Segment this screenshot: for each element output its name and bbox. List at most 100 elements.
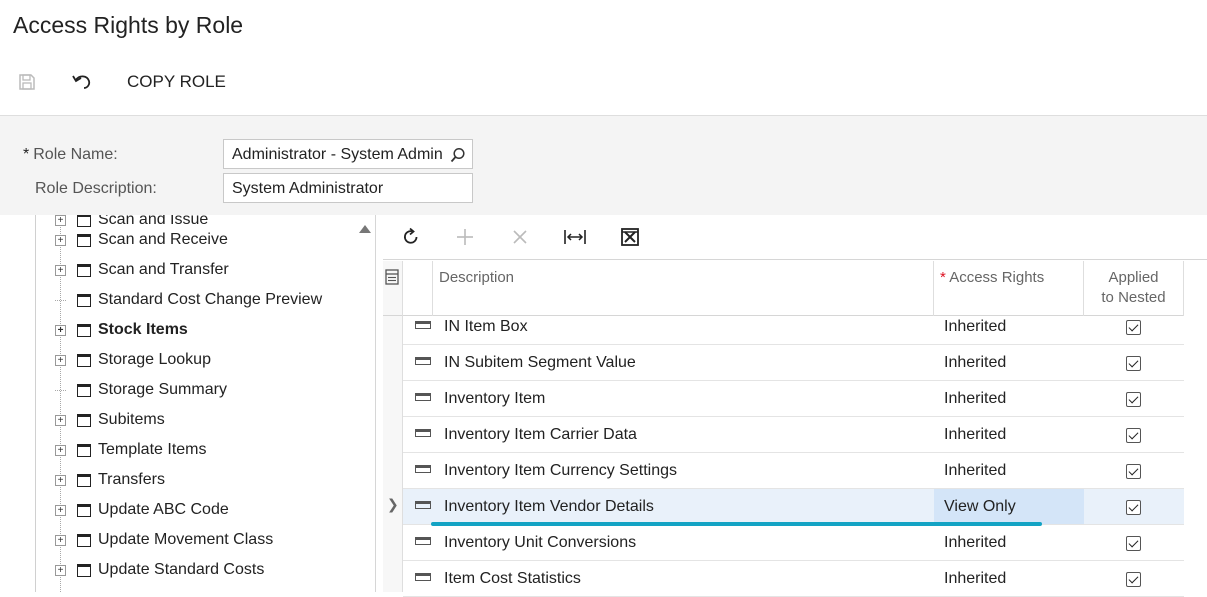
role-name-field[interactable]: Administrator - System Admin bbox=[223, 139, 473, 169]
export-excel-button[interactable] bbox=[618, 225, 642, 249]
column-settings-button[interactable] bbox=[383, 261, 403, 316]
applied-to-nested-checkbox[interactable] bbox=[1126, 536, 1141, 551]
window-icon bbox=[77, 503, 91, 517]
table-row[interactable]: Inventory Item Vendor Details View Only bbox=[403, 489, 1184, 525]
fit-columns-button[interactable] bbox=[563, 225, 587, 249]
row-description[interactable]: Inventory Item Currency Settings bbox=[444, 462, 677, 480]
column-header-description[interactable]: Description bbox=[433, 261, 934, 316]
table-icon bbox=[415, 393, 431, 401]
window-icon bbox=[77, 353, 91, 367]
row-access-rights[interactable]: Inherited bbox=[934, 453, 1084, 488]
tree-item[interactable]: Storage Summary bbox=[55, 375, 227, 405]
tree-item[interactable]: + Scan and Transfer bbox=[55, 255, 229, 285]
row-description[interactable]: Item Cost Statistics bbox=[444, 570, 581, 588]
tree-item[interactable]: Standard Cost Change Preview bbox=[55, 285, 322, 315]
table-row[interactable]: IN Item Box Inherited bbox=[403, 309, 1184, 345]
table-row[interactable]: Inventory Item Carrier Data Inherited bbox=[403, 417, 1184, 453]
tree-item-label: Transfers bbox=[98, 471, 165, 488]
expand-icon[interactable]: + bbox=[55, 504, 66, 516]
table-row[interactable]: Inventory Item Currency Settings Inherite… bbox=[403, 453, 1184, 489]
copy-role-button[interactable]: COPY ROLE bbox=[127, 68, 226, 96]
tree-item-label: Update ABC Code bbox=[98, 501, 229, 518]
grid-toolbar bbox=[383, 215, 1207, 260]
column-header-access-rights[interactable]: * Access Rights bbox=[934, 261, 1084, 316]
window-icon bbox=[77, 533, 91, 547]
expand-icon[interactable]: + bbox=[55, 354, 66, 366]
row-access-rights[interactable]: Inherited bbox=[934, 417, 1084, 452]
table-row[interactable]: Inventory Item Inherited bbox=[403, 381, 1184, 417]
table-row[interactable]: IN Subitem Segment Value Inherited bbox=[403, 345, 1184, 381]
expand-icon[interactable]: + bbox=[55, 534, 66, 546]
table-icon bbox=[415, 537, 431, 545]
row-access-rights[interactable]: View Only bbox=[934, 489, 1084, 524]
applied-to-nested-checkbox[interactable] bbox=[1126, 356, 1141, 371]
grid-header: Description * Access Rights Applied to N… bbox=[383, 261, 1184, 316]
applied-to-nested-checkbox[interactable] bbox=[1126, 428, 1141, 443]
expand-icon[interactable]: + bbox=[55, 234, 66, 246]
row-description[interactable]: IN Item Box bbox=[444, 318, 528, 336]
applied-to-nested-checkbox[interactable] bbox=[1126, 572, 1141, 587]
role-name-label-text: Role Name: bbox=[33, 146, 118, 163]
table-icon bbox=[415, 465, 431, 473]
applied-to-nested-checkbox[interactable] bbox=[1126, 392, 1141, 407]
scroll-up-icon[interactable] bbox=[359, 225, 371, 233]
tree-item[interactable]: + Subitems bbox=[55, 405, 165, 435]
tree-item-label: Scan and Receive bbox=[98, 231, 228, 248]
close-icon bbox=[513, 230, 527, 244]
tree-item-label: Scan and Transfer bbox=[98, 261, 229, 278]
tree-item[interactable]: + Update Movement Class bbox=[55, 525, 273, 555]
table-icon bbox=[415, 573, 431, 581]
expand-icon[interactable]: + bbox=[55, 215, 66, 226]
expand-icon[interactable]: + bbox=[55, 324, 66, 336]
applied-to-nested-checkbox[interactable] bbox=[1126, 500, 1141, 515]
expand-icon[interactable]: + bbox=[55, 264, 66, 276]
tree-item[interactable]: + Storage Lookup bbox=[55, 345, 211, 375]
required-marker: * bbox=[23, 146, 30, 163]
tree-item[interactable]: + Template Items bbox=[55, 435, 206, 465]
save-button[interactable] bbox=[14, 68, 40, 96]
expand-icon[interactable]: + bbox=[55, 444, 66, 456]
expand-icon[interactable]: + bbox=[55, 474, 66, 486]
row-description[interactable]: IN Subitem Segment Value bbox=[444, 354, 636, 372]
tree-connector bbox=[55, 389, 66, 391]
table-row[interactable]: Inventory Unit Conversions Inherited bbox=[403, 525, 1184, 561]
window-icon bbox=[77, 443, 91, 457]
search-icon[interactable] bbox=[450, 147, 466, 163]
refresh-button[interactable] bbox=[399, 225, 423, 249]
add-row-button[interactable] bbox=[453, 225, 477, 249]
window-icon bbox=[77, 233, 91, 247]
tree-item[interactable]: + Update ABC Code bbox=[55, 495, 229, 525]
undo-button[interactable] bbox=[69, 68, 95, 96]
delete-row-button[interactable] bbox=[508, 225, 532, 249]
tree-item-label: Stock Items bbox=[98, 321, 188, 338]
applied-to-nested-checkbox[interactable] bbox=[1126, 464, 1141, 479]
expand-icon[interactable]: + bbox=[55, 564, 66, 576]
excel-icon bbox=[621, 228, 639, 246]
table-icon bbox=[415, 321, 431, 329]
row-description[interactable]: Inventory Item Carrier Data bbox=[444, 426, 637, 444]
column-header-applied-to-nested[interactable]: Applied to Nested bbox=[1084, 261, 1184, 316]
tree-item[interactable]: + Stock Items bbox=[55, 315, 188, 345]
row-access-rights[interactable]: Inherited bbox=[934, 345, 1084, 380]
role-description-field[interactable]: System Administrator bbox=[223, 173, 473, 203]
row-description[interactable]: Inventory Item Vendor Details bbox=[444, 498, 654, 516]
current-row-caret-icon: ❯ bbox=[387, 496, 399, 512]
tree-item[interactable]: + Scan and Receive bbox=[55, 225, 228, 255]
row-access-rights[interactable]: Inherited bbox=[934, 525, 1084, 560]
row-access-rights[interactable]: Inherited bbox=[934, 561, 1084, 596]
column-header-label: to Nested bbox=[1101, 289, 1166, 306]
page-title: Access Rights by Role bbox=[13, 12, 244, 38]
tree-item[interactable]: + Transfers bbox=[55, 465, 165, 495]
role-name-value: Administrator - System Admin bbox=[232, 146, 443, 163]
applied-to-nested-checkbox[interactable] bbox=[1126, 320, 1141, 335]
row-description[interactable]: Inventory Unit Conversions bbox=[444, 534, 636, 552]
expand-icon[interactable]: + bbox=[55, 414, 66, 426]
tree-item-label: Storage Summary bbox=[98, 381, 227, 398]
role-form: * Role Name: Administrator - System Admin… bbox=[0, 115, 1207, 215]
role-description-label: Role Description: bbox=[35, 180, 157, 197]
row-description[interactable]: Inventory Item bbox=[444, 390, 545, 408]
tree-item[interactable]: + Update Standard Costs bbox=[55, 555, 264, 585]
row-access-rights[interactable]: Inherited bbox=[934, 309, 1084, 344]
refresh-icon bbox=[404, 227, 418, 244]
row-access-rights[interactable]: Inherited bbox=[934, 381, 1084, 416]
